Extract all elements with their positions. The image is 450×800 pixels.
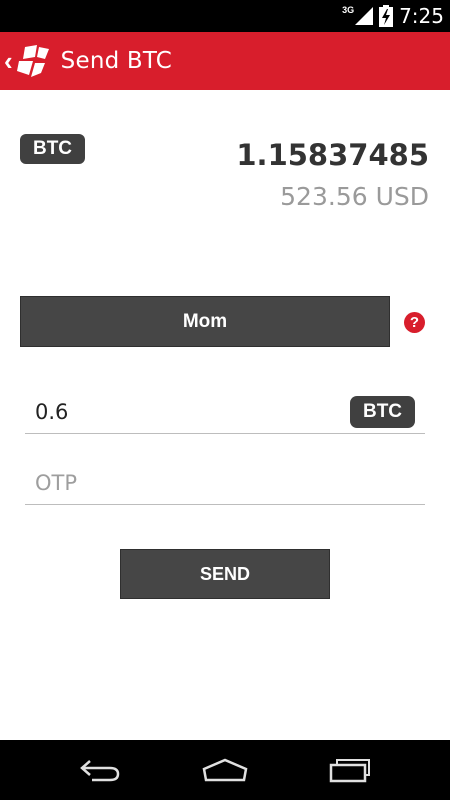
page-title: Send BTC bbox=[60, 48, 173, 74]
back-nav-icon bbox=[80, 760, 120, 782]
nav-recents-button[interactable] bbox=[320, 750, 380, 790]
network-type-label: 3G bbox=[342, 5, 355, 15]
back-button[interactable]: ‹ bbox=[0, 32, 51, 90]
send-button[interactable]: SEND bbox=[120, 549, 330, 599]
battery-charging-icon bbox=[379, 5, 394, 27]
signal-icon bbox=[355, 7, 374, 25]
app-bar: ‹ Send BTC bbox=[0, 32, 450, 90]
amount-field: BTC bbox=[25, 392, 425, 434]
nav-back-button[interactable] bbox=[70, 750, 130, 790]
help-icon[interactable]: ? bbox=[404, 312, 425, 333]
home-nav-icon bbox=[202, 758, 248, 782]
recipient-button[interactable]: Mom bbox=[20, 296, 390, 347]
navigation-bar bbox=[0, 740, 450, 800]
app-logo-icon bbox=[16, 45, 49, 77]
currency-badge[interactable]: BTC bbox=[20, 134, 85, 164]
otp-field bbox=[25, 463, 425, 505]
nav-home-button[interactable] bbox=[195, 750, 255, 790]
balance-amount: 1.15837485 bbox=[236, 138, 429, 172]
amount-unit-badge[interactable]: BTC bbox=[350, 396, 415, 428]
recents-nav-icon bbox=[329, 759, 370, 783]
status-icons: 3G 7:25 bbox=[342, 0, 444, 32]
amount-input[interactable] bbox=[35, 398, 335, 426]
balance-fiat: 523.56 USD bbox=[280, 182, 429, 211]
back-icon: ‹ bbox=[4, 46, 13, 76]
clock: 7:25 bbox=[399, 4, 444, 28]
status-bar: 3G 7:25 bbox=[0, 0, 450, 32]
otp-input[interactable] bbox=[35, 469, 415, 497]
